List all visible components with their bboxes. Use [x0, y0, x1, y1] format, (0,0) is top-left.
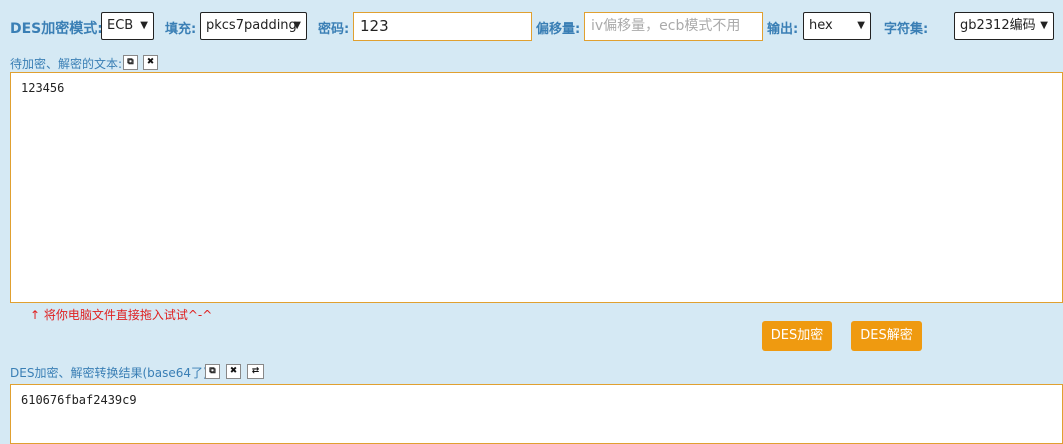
- chevron-down-icon: ▼: [140, 20, 148, 31]
- padding-select[interactable]: pkcs7padding ▼: [200, 12, 307, 40]
- settings-toolbar: DES加密模式: ECB ▼ 填充: pkcs7padding ▼ 密码: 12…: [0, 0, 1063, 52]
- input-label: 待加密、解密的文本:: [10, 57, 123, 71]
- iv-label: 偏移量:: [536, 22, 581, 37]
- encrypt-button[interactable]: DES加密: [762, 321, 832, 351]
- padding-label: 填充:: [165, 22, 197, 37]
- drag-hint: ↑ 将你电脑文件直接拖入试试^-^: [30, 308, 213, 322]
- mode-label: DES加密模式:: [10, 21, 103, 37]
- swap-icon: ⇄: [251, 366, 260, 376]
- input-textarea[interactable]: 123456: [10, 72, 1063, 303]
- close-icon: ✖: [229, 366, 238, 376]
- chevron-down-icon: ▼: [1040, 20, 1048, 31]
- chevron-down-icon: ▼: [857, 20, 865, 31]
- close-icon: ✖: [146, 57, 155, 67]
- output-result-label: DES加密、解密转换结果(base64了):: [10, 366, 212, 380]
- padding-select-value: pkcs7padding: [206, 18, 297, 33]
- charset-label: 字符集:: [884, 22, 929, 37]
- output-label: 输出:: [767, 22, 799, 37]
- password-label: 密码:: [318, 22, 350, 37]
- mode-select-value: ECB: [107, 18, 134, 33]
- chevron-down-icon: ▼: [293, 20, 301, 31]
- output-textarea[interactable]: 610676fbaf2439c9: [10, 384, 1063, 444]
- clear-output-button[interactable]: ✖: [226, 364, 241, 379]
- copy-icon: ⧉: [127, 57, 134, 67]
- copy-input-button[interactable]: ⧉: [123, 55, 138, 70]
- swap-button[interactable]: ⇄: [247, 364, 264, 379]
- iv-input[interactable]: iv偏移量，ecb模式不用: [584, 12, 763, 41]
- clear-input-button[interactable]: ✖: [143, 55, 158, 70]
- copy-icon: ⧉: [209, 366, 216, 376]
- password-input[interactable]: 123: [353, 12, 532, 41]
- decrypt-button[interactable]: DES解密: [851, 321, 922, 351]
- copy-output-button[interactable]: ⧉: [205, 364, 220, 379]
- output-select-value: hex: [809, 18, 833, 33]
- mode-select[interactable]: ECB ▼: [101, 12, 154, 40]
- output-select[interactable]: hex ▼: [803, 12, 871, 40]
- charset-select[interactable]: gb2312编码 ▼: [954, 12, 1054, 40]
- charset-select-value: gb2312编码: [960, 18, 1036, 33]
